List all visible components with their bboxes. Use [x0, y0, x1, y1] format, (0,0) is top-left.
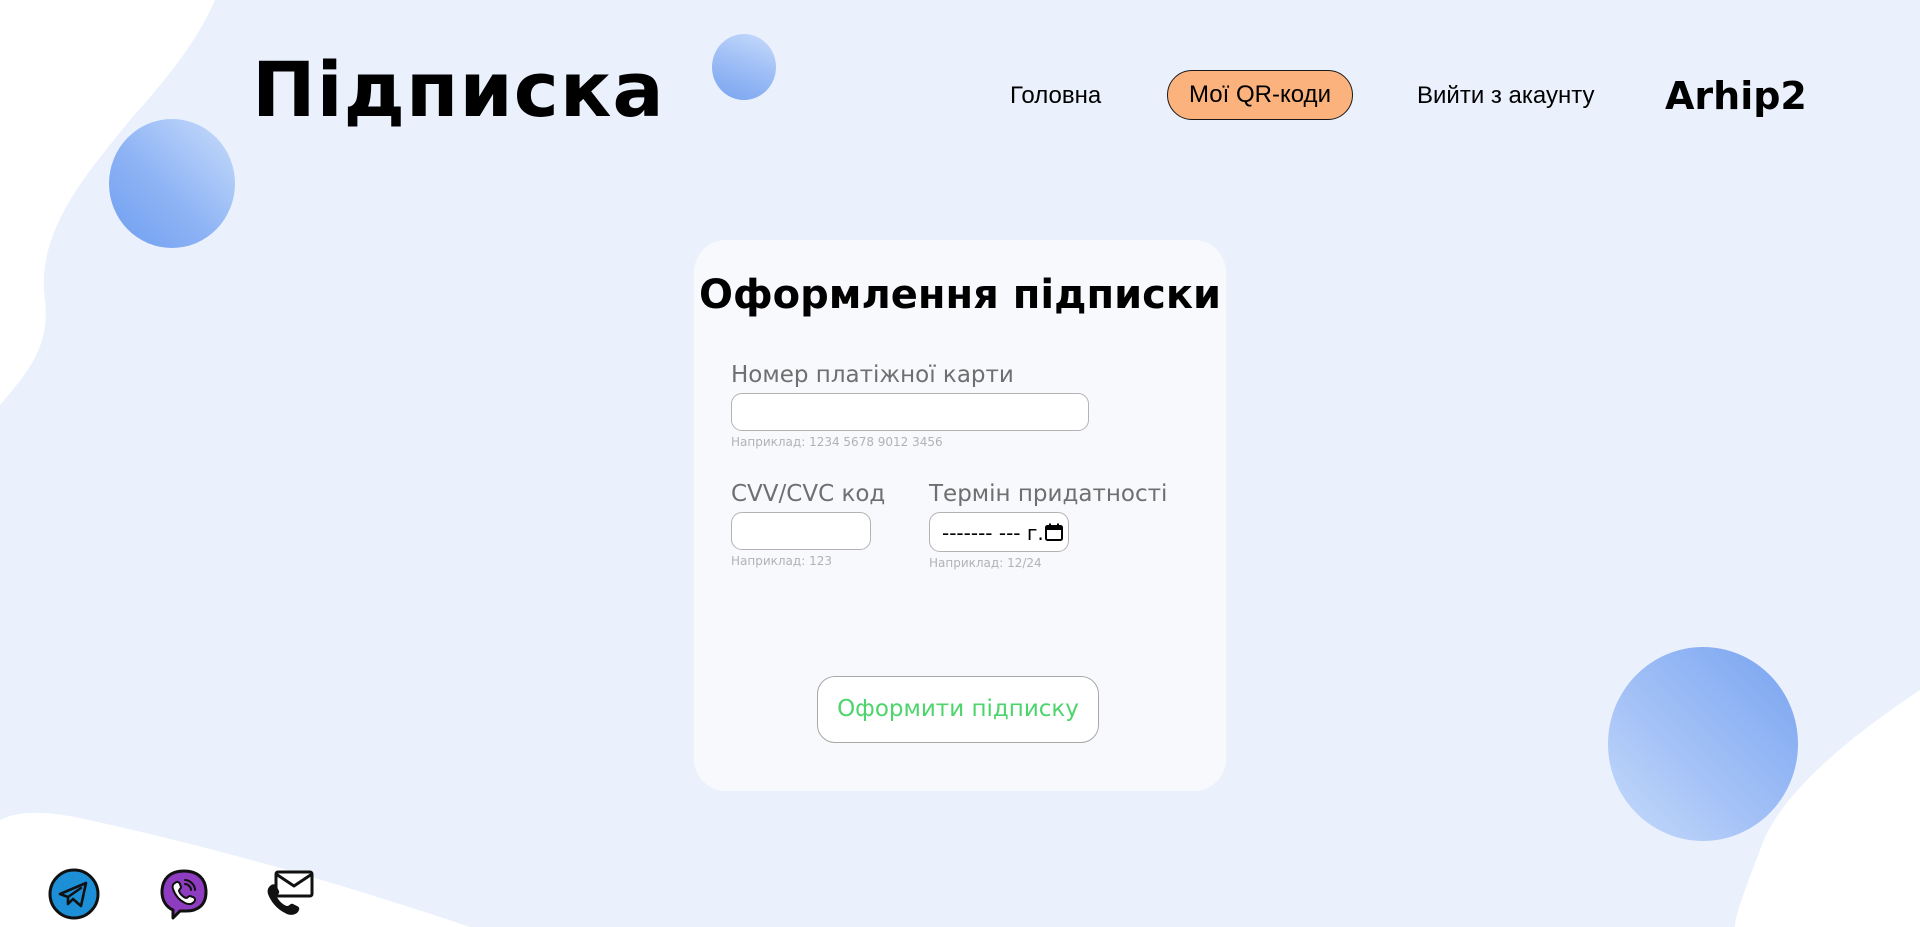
subscription-form-card: Оформлення підписки Номер платіжної карт… [694, 240, 1226, 791]
calendar-icon[interactable] [1044, 522, 1064, 542]
viber-icon[interactable] [158, 868, 210, 920]
card-number-label: Номер платіжної карти [731, 362, 1014, 388]
telegram-icon[interactable] [48, 868, 100, 920]
nav-link-my-qr-codes[interactable]: Мої QR-коди [1167, 70, 1353, 120]
expiry-value: ------- --- г. [942, 521, 1044, 545]
cvv-input[interactable] [731, 512, 871, 550]
mail-phone-icon[interactable] [264, 866, 316, 918]
submit-subscription-button[interactable]: Оформити підписку [817, 676, 1099, 743]
card-number-input[interactable] [731, 393, 1089, 431]
form-title: Оформлення підписки [698, 272, 1221, 318]
expiry-month-input[interactable]: ------- --- г. [929, 512, 1069, 552]
nav-link-home[interactable]: Головна [1010, 76, 1101, 116]
nav-link-logout[interactable]: Вийти з акаунту [1417, 76, 1595, 116]
cvv-label: CVV/CVC код [731, 481, 886, 507]
decorative-bubble [109, 119, 235, 248]
page: Підписка Головна Мої QR-коди Вийти з ака… [0, 0, 1920, 927]
page-title: Підписка [252, 45, 665, 134]
expiry-hint: Наприклад: 12/24 [929, 556, 1042, 570]
decorative-bubble [712, 34, 776, 100]
expiry-label: Термін придатності [929, 481, 1168, 507]
card-number-hint: Наприклад: 1234 5678 9012 3456 [731, 435, 943, 449]
user-name: Arhip2 [1665, 74, 1807, 118]
decorative-bubble [1608, 647, 1798, 841]
cvv-hint: Наприклад: 123 [731, 554, 832, 568]
